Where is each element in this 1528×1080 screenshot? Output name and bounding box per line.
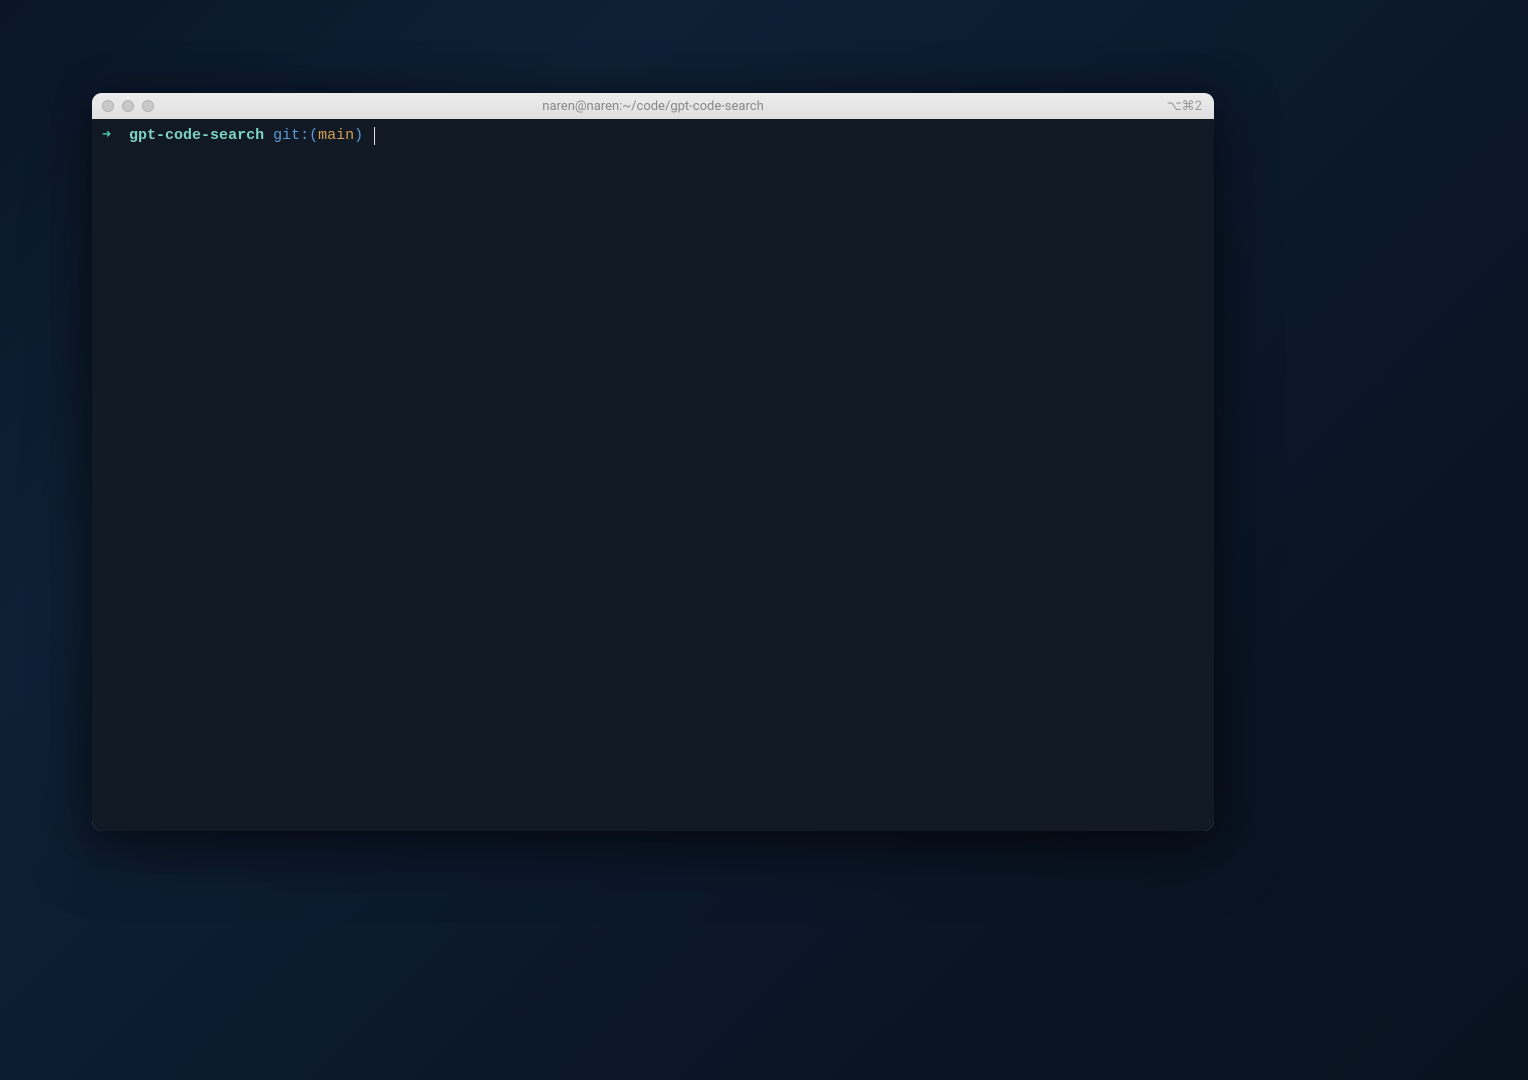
prompt-git-paren-open: (: [309, 125, 318, 146]
terminal-body[interactable]: ➜ gpt-code-search git: ( main ): [92, 119, 1214, 831]
prompt-input-text: [363, 125, 372, 146]
maximize-button[interactable]: [142, 100, 154, 112]
window-controls: [102, 100, 154, 112]
prompt-git-paren-close: ): [354, 125, 363, 146]
close-button[interactable]: [102, 100, 114, 112]
prompt-arrow-icon: ➜: [102, 125, 129, 146]
prompt-git-branch: main: [318, 125, 354, 146]
cursor-icon: [374, 127, 375, 145]
window-shortcut-label: ⌥⌘2: [1167, 99, 1202, 114]
prompt-git-label: git:: [264, 125, 309, 146]
prompt-line: ➜ gpt-code-search git: ( main ): [102, 125, 1204, 146]
prompt-directory: gpt-code-search: [129, 125, 264, 146]
window-titlebar: naren@naren:~/code/gpt-code-search ⌥⌘2: [92, 93, 1214, 119]
window-title: naren@naren:~/code/gpt-code-search: [542, 99, 763, 114]
minimize-button[interactable]: [122, 100, 134, 112]
terminal-window: naren@naren:~/code/gpt-code-search ⌥⌘2 ➜…: [92, 93, 1214, 831]
